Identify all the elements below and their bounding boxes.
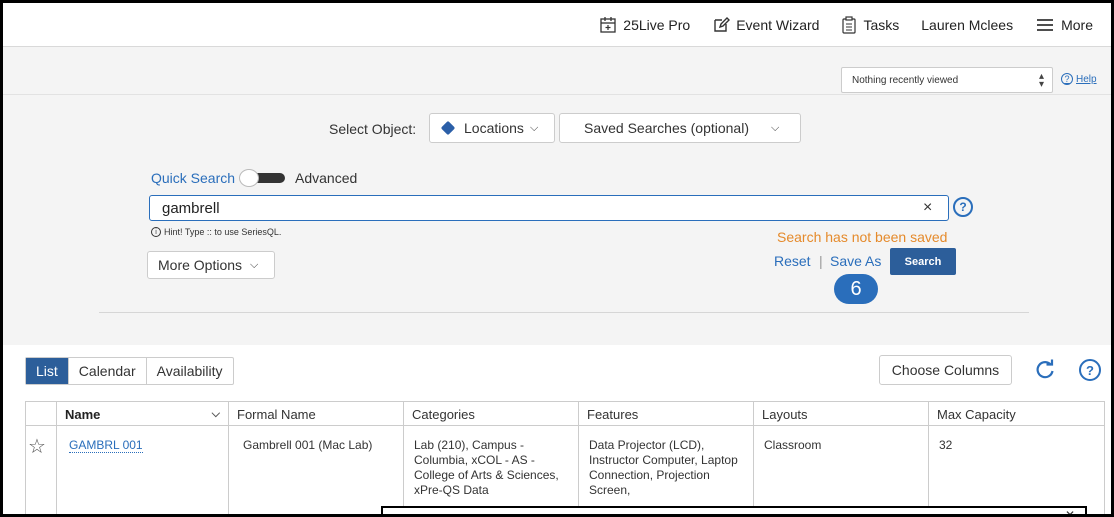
max-capacity-cell: 32 (928, 426, 1104, 514)
nav-25live-pro[interactable]: 25Live Pro (599, 16, 690, 34)
formal-name-cell: Gambrell 001 (Mac Lab) (228, 426, 403, 514)
view-tabs: List Calendar Availability (25, 357, 234, 385)
nav-label: Event Wizard (736, 16, 820, 33)
table-header-row: Name ⌵ Formal Name Categories Features L… (26, 402, 1104, 426)
header-layouts[interactable]: Layouts (753, 402, 928, 425)
tab-availability[interactable]: Availability (145, 358, 233, 384)
search-mode-toggle[interactable] (239, 169, 287, 187)
section-divider (99, 312, 1029, 313)
info-icon: i (151, 227, 161, 237)
categories-cell: Lab (210), Campus - Columbia, xCOL - AS … (403, 426, 578, 514)
edit-icon (714, 16, 731, 32)
nav-label: 25Live Pro (623, 16, 691, 33)
favorite-cell: ☆ (26, 426, 56, 514)
header-categories[interactable]: Categories (403, 402, 578, 425)
more-options-button[interactable]: More Options ⌵ (147, 251, 275, 279)
search-input[interactable] (149, 195, 949, 221)
hint-text: Hint! Type :: to use SeriesQL. (164, 227, 282, 237)
quick-search-label[interactable]: Quick Search (151, 170, 235, 186)
more-options-label: More Options (158, 257, 243, 273)
nav-user-menu[interactable]: Lauren Mclees (921, 17, 1013, 33)
object-type-dropdown[interactable]: Locations ⌵ (429, 113, 555, 143)
cube-icon (440, 120, 456, 136)
results-table: Name ⌵ Formal Name Categories Features L… (25, 401, 1105, 514)
clear-icon[interactable]: × (923, 199, 932, 217)
toggle-knob (239, 169, 259, 187)
link-separator: | (819, 253, 823, 269)
updown-caret-icon: ▴ ▾ (1038, 71, 1044, 90)
chevron-down-icon: ⌵ (529, 121, 539, 134)
nav-more[interactable]: More (1035, 17, 1093, 33)
sub-bar: Nothing recently viewed ▴ ▾ ? Help (3, 47, 1111, 95)
name-cell: GAMBRL 001 (56, 426, 228, 514)
question-circle-icon: ? (1061, 73, 1073, 85)
header-max-capacity[interactable]: Max Capacity (928, 402, 1104, 425)
tab-calendar[interactable]: Calendar (67, 358, 146, 384)
save-as-link[interactable]: Save As (830, 253, 881, 269)
menu-icon (1037, 18, 1054, 31)
header-star-col (26, 402, 56, 425)
layouts-cell: Classroom (753, 426, 928, 514)
tasks-icon (842, 15, 857, 34)
sort-chevron-icon: ⌵ (211, 408, 220, 420)
header-label: Name (65, 407, 101, 422)
choose-columns-button[interactable]: Choose Columns (879, 355, 1012, 385)
nav-label: More (1061, 16, 1093, 33)
not-saved-warning: Search has not been saved (777, 229, 948, 245)
recently-viewed-select[interactable]: Nothing recently viewed ▴ ▾ (841, 67, 1053, 93)
header-formal-name[interactable]: Formal Name (228, 402, 403, 425)
user-name: Lauren Mclees (921, 16, 1014, 33)
nav-label: Tasks (863, 16, 900, 33)
header-name[interactable]: Name ⌵ (56, 402, 228, 425)
top-nav: 25Live Pro Event Wizard Tasks Lauren Mcl… (3, 3, 1111, 47)
step-number-badge: 6 (834, 274, 878, 304)
saved-searches-value: Saved Searches (optional) (584, 120, 749, 136)
chevron-down-icon: ⌵ (250, 258, 259, 271)
refresh-icon[interactable] (1034, 359, 1056, 381)
chevron-down-icon: ⌵ (771, 121, 780, 134)
location-name-link[interactable]: GAMBRL 001 (69, 438, 143, 453)
saved-searches-dropdown[interactable]: Saved Searches (optional) ⌵ (559, 113, 801, 143)
seriesql-hint: i Hint! Type :: to use SeriesQL. (151, 227, 281, 237)
tab-list[interactable]: List (26, 358, 68, 384)
reset-link[interactable]: Reset (774, 253, 811, 269)
help-label: Help (1076, 73, 1097, 85)
advanced-label[interactable]: Advanced (295, 170, 357, 186)
search-button[interactable]: Search (890, 248, 956, 275)
app-frame: 25Live Pro Event Wizard Tasks Lauren Mcl… (0, 0, 1114, 517)
nav-tasks[interactable]: Tasks (841, 15, 900, 34)
object-type-value: Locations (464, 120, 524, 136)
select-object-label: Select Object: (329, 121, 417, 137)
header-features[interactable]: Features (578, 402, 753, 425)
features-cell: Data Projector (LCD), Instructor Compute… (578, 426, 753, 514)
search-help-icon[interactable]: ? (953, 197, 973, 217)
overlay-dialog: ✕ (381, 506, 1087, 514)
table-row: ☆ GAMBRL 001 Gambrell 001 (Mac Lab) Lab … (26, 426, 1104, 514)
nav-event-wizard[interactable]: Event Wizard (712, 16, 819, 34)
close-icon[interactable]: ✕ (1065, 508, 1075, 514)
help-link[interactable]: ? Help (1061, 73, 1097, 85)
results-help-icon[interactable]: ? (1079, 359, 1101, 381)
calendar-plus-icon (600, 16, 616, 33)
recently-viewed-value: Nothing recently viewed (852, 75, 959, 86)
star-outline-icon[interactable]: ☆ (28, 437, 46, 457)
